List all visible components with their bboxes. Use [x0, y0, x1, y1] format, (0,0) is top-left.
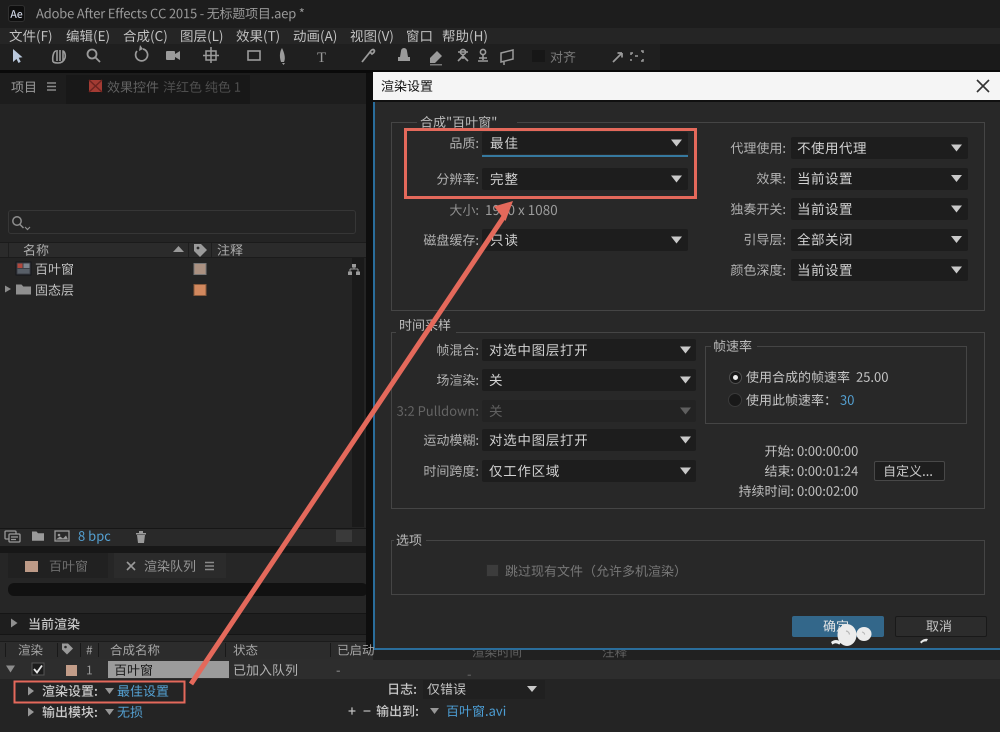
- svg-text:T: T: [317, 50, 326, 66]
